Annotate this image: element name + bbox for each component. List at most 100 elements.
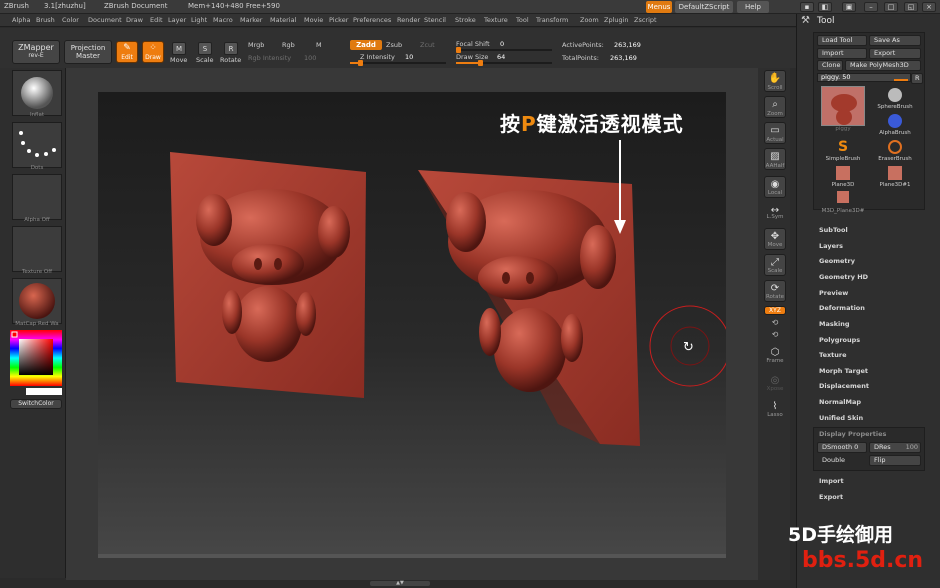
make-polymesh-button[interactable]: Make PolyMesh3D <box>845 60 921 71</box>
tool-pin-icon[interactable]: ⚒ <box>801 15 810 26</box>
subpalette-export[interactable]: Export <box>819 493 843 501</box>
dsmooth-slider[interactable]: DSmooth 0 <box>817 442 867 453</box>
brush-thumbnail[interactable] <box>12 70 62 116</box>
tool-plane3d-1[interactable]: Plane3D#1 <box>871 164 919 188</box>
subpalette-polygroups[interactable]: Polygroups <box>819 336 860 344</box>
tool-m3d-plane3d[interactable]: M3D_Plane3D# <box>819 190 867 214</box>
focal-shift-slider[interactable] <box>456 47 552 53</box>
subpalette-layers[interactable]: Layers <box>819 242 843 250</box>
scale-label[interactable]: Scale <box>196 56 214 64</box>
menu-layer[interactable]: Layer <box>168 16 186 24</box>
default-zscript-button[interactable]: DefaultZScript <box>675 1 733 13</box>
subpalette-deformation[interactable]: Deformation <box>819 304 865 312</box>
draw-size-slider[interactable] <box>456 60 552 66</box>
flip-button[interactable]: Flip <box>869 455 921 466</box>
r-button[interactable]: R <box>911 73 923 84</box>
zsub-button[interactable]: Zsub <box>386 41 402 49</box>
subpalette-geometry[interactable]: Geometry <box>819 257 855 265</box>
menus-button[interactable]: Menus <box>646 1 672 13</box>
menu-movie[interactable]: Movie <box>304 16 323 24</box>
secondary-color-swatch[interactable] <box>26 388 62 395</box>
subpalette-preview[interactable]: Preview <box>819 289 848 297</box>
document-canvas[interactable]: ↻ <box>98 92 731 558</box>
edit-button[interactable]: ✎ Edit <box>116 41 138 63</box>
color-picker[interactable] <box>10 330 62 386</box>
tool-plane3d[interactable]: Plane3D <box>819 164 867 188</box>
subpalette-geometry-hd[interactable]: Geometry HD <box>819 273 868 281</box>
rotate-y-icon[interactable]: ⟲ <box>758 318 792 327</box>
menu-marker[interactable]: Marker <box>240 16 262 24</box>
draw-button[interactable]: ⁘ Draw <box>142 41 164 63</box>
rotate-icon[interactable]: R <box>224 42 238 55</box>
dres-slider[interactable]: DRes 100 <box>869 442 921 453</box>
menu-brush[interactable]: Brush <box>36 16 55 24</box>
menu-stencil[interactable]: Stencil <box>424 16 446 24</box>
rotate-z-icon[interactable]: ⟲ <box>758 330 792 339</box>
menu-alpha[interactable]: Alpha <box>12 16 30 24</box>
m-button[interactable]: M <box>316 41 322 49</box>
tool-alphabrush[interactable]: AlphaBrush <box>871 112 919 136</box>
rgb-button[interactable]: Rgb <box>282 41 295 49</box>
subpalette-import[interactable]: Import <box>819 477 844 485</box>
menu-stroke[interactable]: Stroke <box>455 16 476 24</box>
scale-icon[interactable]: S <box>198 42 212 55</box>
move-label[interactable]: Move <box>170 56 187 64</box>
subpalette-normalmap[interactable]: NormalMap <box>819 398 861 406</box>
mrgb-button[interactable]: Mrgb <box>248 41 264 49</box>
minimize-icon[interactable]: – <box>864 2 878 12</box>
subpalette-subtool[interactable]: SubTool <box>819 226 848 234</box>
material-thumbnail[interactable] <box>12 278 62 324</box>
maximize-icon[interactable]: □ <box>884 2 898 12</box>
stroke-thumbnail[interactable] <box>12 122 62 168</box>
projection-master-button[interactable]: Projection Master <box>64 40 112 64</box>
zcut-button[interactable]: Zcut <box>420 41 435 49</box>
menu-zplugin[interactable]: Zplugin <box>604 16 629 24</box>
z-intensity-slider[interactable] <box>350 60 446 66</box>
palette-icon[interactable]: ◧ <box>818 2 832 12</box>
tool-spherebrush[interactable]: SphereBrush <box>871 86 919 110</box>
display-properties-title[interactable]: Display Properties <box>819 430 886 438</box>
zmapper-button[interactable]: ZMapper rev-E <box>12 40 60 64</box>
menu-preferences[interactable]: Preferences <box>353 16 391 24</box>
import-button[interactable]: Import <box>817 48 867 59</box>
z-intensity-knob[interactable] <box>358 60 363 66</box>
menu-picker[interactable]: Picker <box>329 16 348 24</box>
rotate-label[interactable]: Rotate <box>220 56 241 64</box>
subpalette-unified-skin[interactable]: Unified Skin <box>819 414 863 422</box>
lock-icon[interactable]: ▣ <box>842 2 856 12</box>
alpha-thumbnail[interactable] <box>12 174 62 220</box>
lsym-button[interactable]: ↔ <box>764 202 786 224</box>
menu-macro[interactable]: Macro <box>213 16 233 24</box>
menu-zoom[interactable]: Zoom <box>580 16 599 24</box>
close-icon[interactable]: × <box>922 2 936 12</box>
load-tool-button[interactable]: Load Tool <box>817 35 867 46</box>
export-button[interactable]: Export <box>869 48 921 59</box>
tool-eraserbrush[interactable]: EraserBrush <box>871 138 919 162</box>
menu-material[interactable]: Material <box>270 16 296 24</box>
clone-button[interactable]: Clone <box>817 60 843 71</box>
menu-texture[interactable]: Texture <box>484 16 508 24</box>
xyz-button[interactable]: XYZ <box>764 306 786 315</box>
move-icon[interactable]: M <box>172 42 186 55</box>
rgb-intensity-label[interactable]: Rgb Intensity <box>248 54 291 62</box>
menu-edit[interactable]: Edit <box>150 16 163 24</box>
double-button[interactable]: Double <box>817 455 867 466</box>
menu-color[interactable]: Color <box>62 16 79 24</box>
draw-size-knob[interactable] <box>478 60 483 66</box>
zadd-button[interactable]: Zadd <box>350 40 382 50</box>
menu-document[interactable]: Document <box>88 16 122 24</box>
menu-zscript[interactable]: Zscript <box>634 16 657 24</box>
current-tool-slider[interactable]: piggy. 50 <box>817 73 911 82</box>
tool-piggy[interactable]: piggy <box>819 86 867 132</box>
bottom-tray-toggle-icon[interactable]: ▲▼ <box>370 581 430 586</box>
menu-light[interactable]: Light <box>191 16 207 24</box>
help-button[interactable]: Help <box>737 1 769 13</box>
restore-icon[interactable]: ◱ <box>904 2 918 12</box>
subpalette-texture[interactable]: Texture <box>819 351 847 359</box>
save-as-button[interactable]: Save As <box>869 35 921 46</box>
hide-icon[interactable]: ▪ <box>800 2 814 12</box>
subpalette-displacement[interactable]: Displacement <box>819 382 869 390</box>
switch-color-button[interactable]: SwitchColor <box>10 399 62 409</box>
tool-simplebrush[interactable]: S SimpleBrush <box>819 138 867 162</box>
subpalette-masking[interactable]: Masking <box>819 320 850 328</box>
